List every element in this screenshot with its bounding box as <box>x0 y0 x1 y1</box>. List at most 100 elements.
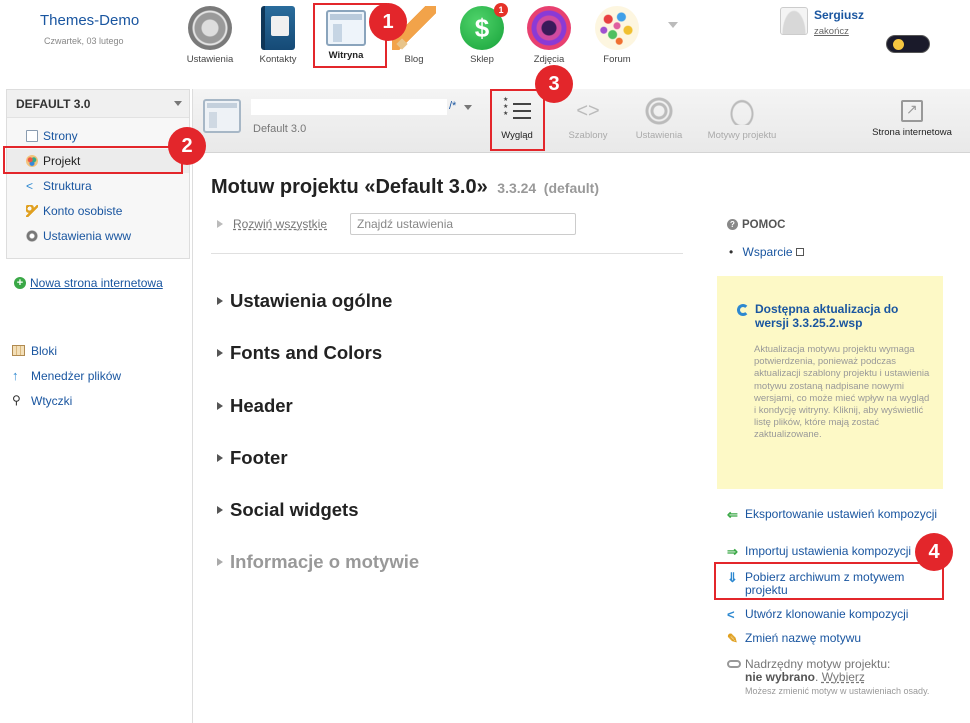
logout-link[interactable]: zakończ <box>814 26 849 37</box>
section-theme-info[interactable]: Informacje o motywie <box>217 551 419 573</box>
blocks-icon <box>12 345 25 356</box>
toolbar-website-button[interactable]: Strona internetowa <box>865 93 959 138</box>
pencil-icon: ✎ <box>727 631 738 646</box>
app-forum[interactable]: Forum <box>587 6 647 65</box>
support-label: Wsparcie <box>742 245 793 259</box>
sidebar-item-konto[interactable]: Konto osobiste <box>7 199 189 223</box>
app-shop[interactable]: $ 1 Sklep <box>452 3 512 65</box>
dollar-icon: $ 1 <box>460 3 508 50</box>
new-site-link[interactable]: + Nowa strona internetowa <box>14 276 184 290</box>
parent-value: nie wybrano <box>745 670 816 684</box>
triangle-right-icon <box>217 402 223 410</box>
sidebar-item-ustawienia-www[interactable]: Ustawienia www <box>7 224 189 248</box>
forum-bubbles-icon <box>595 6 639 50</box>
sidebar-tool-plugins[interactable]: ⚲ Wtyczki <box>12 393 72 409</box>
more-apps-chevron-icon[interactable] <box>668 22 678 28</box>
highlight-box-4 <box>714 562 944 600</box>
action-export-settings[interactable]: ⇐ Eksportowanie ustawień kompozycji <box>727 507 953 522</box>
section-label: Ustawienia ogólne <box>230 290 393 311</box>
app-label: Zdjęcia <box>533 54 565 65</box>
action-clone-theme[interactable]: < Utwórz klonowanie kompozycji <box>727 607 953 622</box>
sidebar-item-label: Konto osobiste <box>43 204 123 218</box>
triangle-right-icon <box>217 506 223 514</box>
toolbar-templates-button[interactable]: <> Szablony <box>561 93 615 141</box>
section-header[interactable]: Header <box>217 395 293 417</box>
app-contacts[interactable]: Kontakty <box>248 6 308 65</box>
toolbar-button-label: Szablony <box>568 130 608 141</box>
highlight-box-3 <box>490 89 545 151</box>
avatar[interactable] <box>780 7 808 35</box>
help-heading: ? POMOC <box>727 219 785 231</box>
app-label: Blog <box>404 54 424 65</box>
app-label: Kontakty <box>259 54 297 65</box>
key-icon <box>26 205 38 217</box>
step-marker-3: 3 <box>535 65 573 103</box>
settings-search-input[interactable] <box>350 213 576 235</box>
project-subtitle: Default 3.0 <box>253 123 307 135</box>
default-tag: (default) <box>543 180 599 196</box>
section-label: Social widgets <box>230 499 359 520</box>
sidebar-panel-title[interactable]: DEFAULT 3.0 <box>7 90 189 118</box>
new-site-label: Nowa strona internetowa <box>30 276 163 290</box>
section-social-widgets[interactable]: Social widgets <box>217 499 359 521</box>
site-title[interactable]: Themes-Demo <box>40 12 139 29</box>
user-name[interactable]: Sergiusz <box>814 8 864 22</box>
question-icon: ? <box>727 219 738 230</box>
project-name-field[interactable] <box>251 99 447 115</box>
app-settings[interactable]: Ustawienia <box>180 6 240 65</box>
expand-all-link[interactable]: Rozwiń wszystkie <box>217 217 327 231</box>
page-title-text: Motuw projektu «Default 3.0» <box>211 176 488 198</box>
divider <box>211 253 683 254</box>
chevron-down-icon[interactable] <box>464 105 472 110</box>
external-link-icon <box>901 100 923 122</box>
app-photos[interactable]: Zdjęcia <box>519 6 579 65</box>
top-bar: Themes-Demo Czwartek, 03 lutego Ustawien… <box>0 0 970 80</box>
refresh-icon <box>737 304 749 316</box>
section-label: Footer <box>230 447 288 468</box>
app-label: Sklep <box>470 54 494 65</box>
step-marker-1: 1 <box>369 3 407 41</box>
sidebar-panel: DEFAULT 3.0 Strony Projekt < Struktura K… <box>6 89 190 259</box>
toolbar-settings-button[interactable]: Ustawienia <box>631 93 687 141</box>
toolbar-themes-button[interactable]: Motywy projektu <box>703 93 781 141</box>
triangle-right-icon <box>217 297 223 305</box>
upload-arrow-icon: ↑ <box>12 368 19 383</box>
app-label: Ustawienia <box>186 54 234 65</box>
action-label: Utwórz klonowanie kompozycji <box>745 607 909 621</box>
section-label: Header <box>230 395 293 416</box>
chevron-down-icon <box>174 101 182 106</box>
section-fonts-colors[interactable]: Fonts and Colors <box>217 342 382 364</box>
section-label: Fonts and Colors <box>230 342 383 363</box>
parent-choose-link[interactable]: Wybierz <box>822 670 865 684</box>
parent-label: Nadrzędny motyw projektu: <box>745 657 891 671</box>
parent-theme-info: Nadrzędny motyw projektu: nie wybrano. W… <box>727 658 953 697</box>
project-url-link[interactable]: /* <box>449 100 456 112</box>
toolbar-button-label: Motywy projektu <box>707 130 777 141</box>
toolbar-button-label: Ustawienia <box>635 130 683 141</box>
action-label: Importuj ustawienia kompozycji <box>745 544 912 558</box>
arrow-left-icon: ⇐ <box>727 507 738 522</box>
highlight-box-2 <box>3 146 183 174</box>
support-link[interactable]: Wsparcie <box>729 245 804 259</box>
sidebar-item-struktura[interactable]: < Struktura <box>7 174 189 198</box>
section-footer[interactable]: Footer <box>217 447 288 469</box>
update-link[interactable]: Dostępna aktualizacja do wersji 3.3.25.2… <box>755 302 935 330</box>
project-thumbnail-icon <box>203 99 241 133</box>
app-label: Forum <box>603 54 631 65</box>
triangle-right-icon <box>217 558 223 566</box>
sidebar-tool-bloki[interactable]: Bloki <box>12 343 57 359</box>
sidebar-item-strony[interactable]: Strony <box>7 124 189 148</box>
update-description: Aktualizacja motywu projektu wymaga potw… <box>754 344 930 441</box>
action-rename-theme[interactable]: ✎ Zmień nazwę motywu <box>727 631 953 646</box>
page-title: Motuw projektu «Default 3.0» 3.3.24 (def… <box>211 176 599 199</box>
tool-label: Menedżer plików <box>31 369 122 383</box>
action-label: Zmień nazwę motywu <box>745 631 862 645</box>
project-toolbar: /* Default 3.0 Wygląd <> Szablony Ustawi… <box>193 89 970 153</box>
sidebar-item-label: Struktura <box>43 179 92 193</box>
section-general-settings[interactable]: Ustawienia ogólne <box>217 290 392 312</box>
step-marker-4: 4 <box>915 533 953 571</box>
theme-mode-toggle[interactable] <box>886 35 930 53</box>
sidebar-tool-file-manager[interactable]: ↑ Menedżer plików <box>12 368 121 384</box>
camera-lens-icon <box>527 6 571 50</box>
gear-icon <box>645 97 673 125</box>
